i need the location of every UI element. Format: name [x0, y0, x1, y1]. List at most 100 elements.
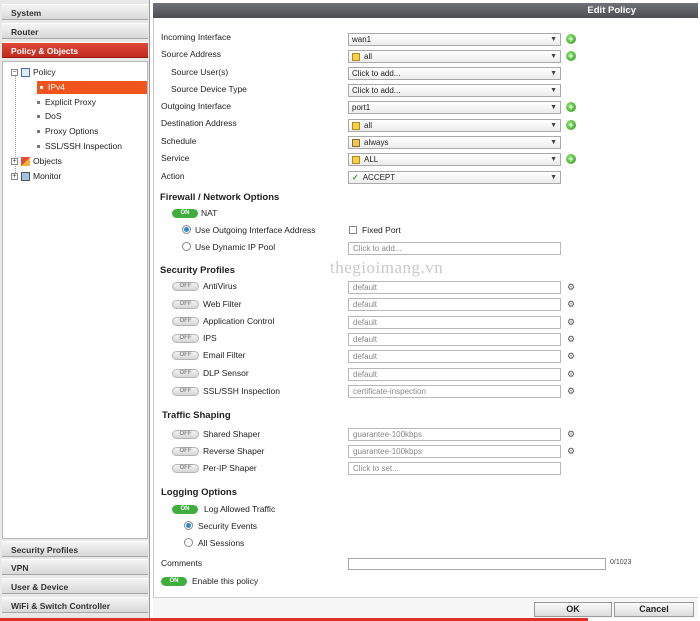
tree-item-dos[interactable]: DoS [37, 110, 62, 123]
dlp-sensor-toggle[interactable]: OFF [172, 369, 199, 378]
tree-node-monitor[interactable]: + Monitor [11, 170, 61, 183]
ssl-ssh-inspection-profile-field[interactable]: certificate-inspection [348, 385, 561, 398]
reverse-shaper-label: Reverse Shaper [203, 446, 265, 456]
enable-policy-toggle[interactable]: ON [161, 577, 187, 586]
tree-item-ipv4[interactable]: IPv4 [37, 81, 147, 94]
application-control-label: Application Control [203, 316, 275, 326]
log-allowed-traffic-label: Log Allowed Traffic [204, 504, 276, 514]
reverse-shaper-toggle[interactable]: OFF [172, 447, 199, 456]
fixed-port-checkbox[interactable] [349, 226, 357, 234]
source-users-select[interactable]: Click to add... ▼ [348, 67, 561, 80]
chevron-down-icon: ▼ [550, 70, 557, 77]
web-filter-profile-field[interactable]: default [348, 298, 561, 311]
source-device-type-select[interactable]: Click to add... ▼ [348, 84, 561, 97]
dlp-sensor-profile-field[interactable]: default [348, 368, 561, 381]
dlp-sensor-label: DLP Sensor [203, 368, 249, 378]
policy-icon [21, 68, 30, 78]
application-control-toggle[interactable]: OFF [172, 317, 199, 326]
expand-icon[interactable]: + [11, 173, 18, 181]
collapse-icon[interactable]: − [11, 69, 18, 77]
add-service-icon[interactable]: + [566, 154, 576, 164]
nav-system[interactable]: System [2, 4, 148, 20]
ssl-ssh-inspection-toggle[interactable]: OFF [172, 387, 199, 396]
use-dynamic-ip-pool-radio[interactable] [182, 242, 191, 251]
ip-pool-input[interactable]: Click to add... [348, 242, 561, 255]
all-sessions-radio[interactable] [184, 538, 193, 547]
comments-label: Comments [161, 558, 203, 568]
use-outgoing-interface-radio[interactable] [182, 225, 191, 234]
nav-policy-objects[interactable]: Policy & Objects [2, 42, 148, 58]
antivirus-label: AntiVirus [203, 281, 237, 291]
antivirus-toggle[interactable]: OFF [172, 282, 199, 291]
destination-address-select[interactable]: all ▼ [348, 119, 561, 132]
web-filter-toggle[interactable]: OFF [172, 300, 199, 309]
page-title: Edit Policy [587, 5, 636, 16]
expand-icon[interactable]: + [11, 158, 18, 166]
tree-node-objects[interactable]: + Objects [11, 155, 62, 168]
nav-user-device[interactable]: User & Device [2, 578, 148, 594]
email-filter-profile-field[interactable]: default [348, 350, 561, 363]
profile-settings-icon[interactable]: ⚙ [566, 334, 576, 344]
add-incoming-interface-icon[interactable]: + [566, 34, 576, 44]
all-sessions-label: All Sessions [198, 538, 245, 548]
profile-settings-icon[interactable]: ⚙ [566, 299, 576, 309]
service-label: Service [161, 153, 190, 163]
shaper-settings-icon[interactable]: ⚙ [566, 429, 576, 439]
add-outgoing-interface-icon[interactable]: + [566, 102, 576, 112]
outgoing-interface-select[interactable]: port1 ▼ [348, 101, 561, 114]
add-source-address-icon[interactable]: + [566, 51, 576, 61]
source-address-select[interactable]: all ▼ [348, 50, 561, 63]
per-ip-shaper-toggle[interactable]: OFF [172, 464, 199, 473]
bullet-icon [37, 130, 40, 134]
application-control-profile-field[interactable]: default [348, 316, 561, 329]
shared-shaper-toggle[interactable]: OFF [172, 430, 199, 439]
service-select[interactable]: ALL ▼ [348, 153, 561, 166]
ips-profile-field[interactable]: default [348, 333, 561, 346]
chevron-down-icon: ▼ [550, 122, 557, 129]
security-events-label: Security Events [198, 521, 258, 531]
tree-item-proxy-options[interactable]: Proxy Options [37, 125, 98, 138]
nav-vpn[interactable]: VPN [2, 559, 148, 575]
add-destination-address-icon[interactable]: + [566, 120, 576, 130]
nat-label: NAT [201, 208, 218, 218]
profile-settings-icon[interactable]: ⚙ [566, 351, 576, 361]
nat-toggle[interactable]: ON [172, 209, 198, 218]
shared-shaper-field[interactable]: guarantee-100kbps [348, 428, 561, 441]
bullet-icon [40, 86, 43, 90]
chevron-down-icon: ▼ [550, 104, 557, 111]
tree-item-explicit-proxy[interactable]: Explicit Proxy [37, 96, 96, 109]
reverse-shaper-field[interactable]: guarantee-100kbps [348, 445, 561, 458]
nav-router[interactable]: Router [2, 23, 148, 39]
cancel-button[interactable]: Cancel [614, 602, 694, 617]
monitor-icon [21, 172, 30, 182]
logging-section-title: Logging Options [161, 487, 237, 498]
email-filter-toggle[interactable]: OFF [172, 351, 199, 360]
comments-textarea[interactable] [348, 558, 606, 570]
bullet-icon [37, 101, 40, 105]
action-select[interactable]: ✓ ACCEPT ▼ [348, 171, 561, 184]
log-allowed-traffic-toggle[interactable]: ON [172, 505, 198, 514]
nav-wifi-switch-controller[interactable]: WiFi & Switch Controller [2, 597, 148, 613]
antivirus-profile-field[interactable]: default [348, 281, 561, 294]
security-events-radio[interactable] [184, 521, 193, 530]
web-filter-label: Web Filter [203, 299, 242, 309]
schedule-select[interactable]: always ▼ [348, 136, 561, 149]
schedule-icon [352, 138, 360, 147]
address-icon [352, 121, 360, 130]
chevron-down-icon: ▼ [550, 139, 557, 146]
profile-settings-icon[interactable]: ⚙ [566, 282, 576, 292]
tree-node-policy[interactable]: − Policy [11, 66, 56, 79]
bullet-icon [37, 115, 40, 119]
tree-item-ssl-ssh-inspection[interactable]: SSL/SSH Inspection [37, 140, 122, 153]
nav-security-profiles[interactable]: Security Profiles [2, 541, 148, 557]
shaper-settings-icon[interactable]: ⚙ [566, 446, 576, 456]
profile-settings-icon[interactable]: ⚙ [566, 317, 576, 327]
incoming-interface-label: Incoming Interface [161, 32, 231, 42]
incoming-interface-select[interactable]: wan1 ▼ [348, 33, 561, 46]
per-ip-shaper-field[interactable]: Click to set... [348, 462, 561, 475]
ips-toggle[interactable]: OFF [172, 334, 199, 343]
ok-button[interactable]: OK [534, 602, 612, 617]
source-users-label: Source User(s) [171, 67, 229, 77]
profile-settings-icon[interactable]: ⚙ [566, 369, 576, 379]
profile-settings-icon[interactable]: ⚙ [566, 386, 576, 396]
